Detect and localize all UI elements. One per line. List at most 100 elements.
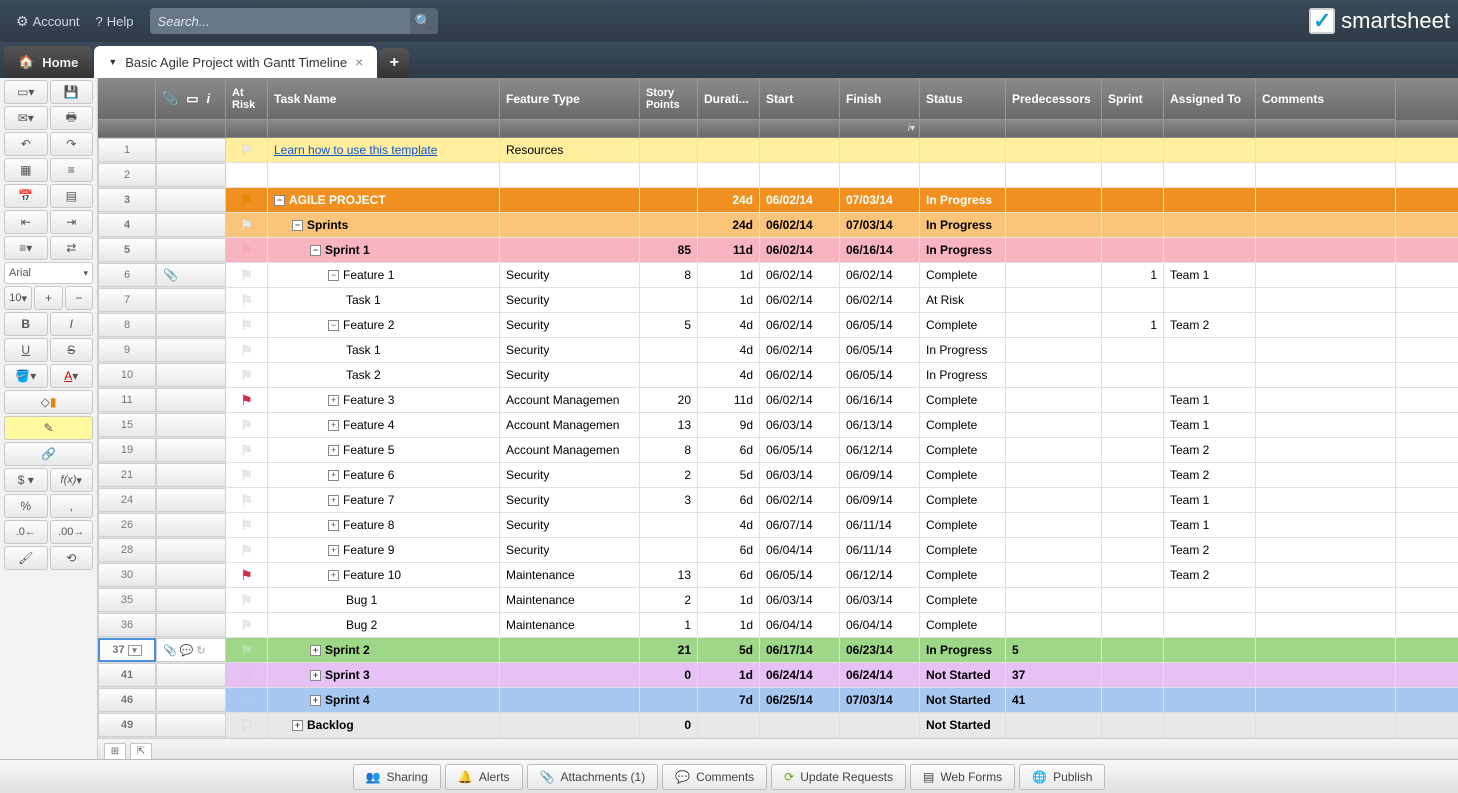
row-number[interactable]: 30: [98, 563, 156, 587]
row-indicators[interactable]: [156, 563, 226, 587]
table-row[interactable]: 3⚑−AGILE PROJECT24d06/02/1407/03/14In Pr…: [98, 188, 1458, 213]
expand-toggle[interactable]: +: [328, 545, 339, 556]
finish-cell[interactable]: 07/03/14: [840, 688, 920, 712]
fill-color-button[interactable]: 🪣▾: [4, 364, 48, 388]
story-cell[interactable]: [640, 688, 698, 712]
add-rows-button[interactable]: ⊞: [104, 743, 126, 760]
thousands-button[interactable]: ,: [50, 494, 94, 518]
story-cell[interactable]: 8: [640, 263, 698, 287]
predecessor-cell[interactable]: [1006, 188, 1102, 212]
feature-cell[interactable]: Security: [500, 513, 640, 537]
duration-cell[interactable]: 4d: [698, 513, 760, 537]
feature-cell[interactable]: Security: [500, 538, 640, 562]
table-row[interactable]: 2: [98, 163, 1458, 188]
sheet-grid[interactable]: 📎▭i At Risk Task Name Feature Type Story…: [98, 78, 1458, 759]
duration-cell[interactable]: 4d: [698, 338, 760, 362]
feature-cell[interactable]: [500, 638, 640, 662]
currency-button[interactable]: $ ▾: [4, 468, 48, 492]
feature-cell[interactable]: Security: [500, 263, 640, 287]
table-row[interactable]: 6📎⚑−Feature 1Security81d06/02/1406/02/14…: [98, 263, 1458, 288]
story-cell[interactable]: [640, 213, 698, 237]
assigned-cell[interactable]: [1164, 713, 1256, 737]
highlight-button[interactable]: ✎: [4, 416, 93, 440]
header-feature[interactable]: Feature Type: [500, 78, 640, 120]
status-cell[interactable]: In Progress: [920, 638, 1006, 662]
status-cell[interactable]: Complete: [920, 263, 1006, 287]
grid-view-button[interactable]: ▦: [4, 158, 48, 182]
at-risk-cell[interactable]: ⚑: [226, 138, 268, 162]
align-button[interactable]: ≡▾: [4, 236, 48, 260]
comments-cell[interactable]: [1256, 238, 1396, 262]
row-number[interactable]: 21: [98, 463, 156, 487]
task-name-cell[interactable]: +Sprint 2: [268, 638, 500, 662]
predecessor-cell[interactable]: [1006, 538, 1102, 562]
comments-cell[interactable]: [1256, 288, 1396, 312]
expand-toggle[interactable]: +: [310, 645, 321, 656]
status-cell[interactable]: [920, 138, 1006, 162]
duration-cell[interactable]: 5d: [698, 638, 760, 662]
collapse-button[interactable]: ⇱: [130, 743, 152, 760]
comments-cell[interactable]: [1256, 413, 1396, 437]
duration-cell[interactable]: 1d: [698, 613, 760, 637]
row-indicators[interactable]: [156, 138, 226, 162]
header-comments[interactable]: Comments: [1256, 78, 1396, 120]
sprint-cell[interactable]: [1102, 463, 1164, 487]
comments-cell[interactable]: [1256, 338, 1396, 362]
sprint-cell[interactable]: [1102, 413, 1164, 437]
status-cell[interactable]: Complete: [920, 588, 1006, 612]
at-risk-cell[interactable]: ⚑: [226, 588, 268, 612]
expand-toggle[interactable]: +: [328, 445, 339, 456]
row-indicators[interactable]: [156, 513, 226, 537]
row-number[interactable]: 26: [98, 513, 156, 537]
feature-cell[interactable]: Security: [500, 363, 640, 387]
decrease-font-button[interactable]: −: [65, 286, 93, 310]
expand-toggle[interactable]: −: [328, 270, 339, 281]
assigned-cell[interactable]: [1164, 138, 1256, 162]
comments-cell[interactable]: [1256, 213, 1396, 237]
finish-cell[interactable]: 06/02/14: [840, 288, 920, 312]
task-name-cell[interactable]: +Feature 5: [268, 438, 500, 462]
expand-toggle[interactable]: −: [328, 320, 339, 331]
header-indicators[interactable]: 📎▭i: [156, 78, 226, 120]
finish-cell[interactable]: 06/11/14: [840, 513, 920, 537]
feature-cell[interactable]: [500, 688, 640, 712]
finish-cell[interactable]: [840, 138, 920, 162]
sprint-cell[interactable]: [1102, 288, 1164, 312]
duration-cell[interactable]: 5d: [698, 463, 760, 487]
at-risk-cell[interactable]: ⚑: [226, 313, 268, 337]
story-cell[interactable]: 2: [640, 588, 698, 612]
start-cell[interactable]: 06/03/14: [760, 413, 840, 437]
feature-cell[interactable]: Maintenance: [500, 588, 640, 612]
table-row[interactable]: 10⚑Task 2Security4d06/02/1406/05/14In Pr…: [98, 363, 1458, 388]
sprint-cell[interactable]: [1102, 713, 1164, 737]
duration-cell[interactable]: [698, 138, 760, 162]
feature-cell[interactable]: [500, 163, 640, 187]
task-name-cell[interactable]: −Feature 2: [268, 313, 500, 337]
task-name-cell[interactable]: Bug 2: [268, 613, 500, 637]
finish-cell[interactable]: 06/13/14: [840, 413, 920, 437]
duration-cell[interactable]: 1d: [698, 288, 760, 312]
start-cell[interactable]: 06/02/14: [760, 488, 840, 512]
expand-toggle[interactable]: +: [328, 395, 339, 406]
status-cell[interactable]: Complete: [920, 438, 1006, 462]
start-cell[interactable]: 06/02/14: [760, 263, 840, 287]
comments-cell[interactable]: [1256, 263, 1396, 287]
finish-cell[interactable]: 06/09/14: [840, 463, 920, 487]
table-row[interactable]: 41⚑+Sprint 301d06/24/1406/24/14Not Start…: [98, 663, 1458, 688]
status-cell[interactable]: Complete: [920, 388, 1006, 412]
duration-cell[interactable]: 11d: [698, 388, 760, 412]
row-number[interactable]: 9: [98, 338, 156, 362]
expand-toggle[interactable]: +: [328, 520, 339, 531]
task-name-cell[interactable]: −AGILE PROJECT: [268, 188, 500, 212]
status-cell[interactable]: In Progress: [920, 188, 1006, 212]
expand-toggle[interactable]: +: [328, 570, 339, 581]
at-risk-cell[interactable]: ⚑: [226, 288, 268, 312]
header-rownum[interactable]: [98, 78, 156, 120]
assigned-cell[interactable]: [1164, 288, 1256, 312]
sprint-cell[interactable]: [1102, 338, 1164, 362]
start-cell[interactable]: 06/04/14: [760, 613, 840, 637]
predecessor-cell[interactable]: [1006, 388, 1102, 412]
duration-cell[interactable]: 11d: [698, 238, 760, 262]
undo-button[interactable]: ↶: [4, 132, 48, 156]
feature-cell[interactable]: Security: [500, 488, 640, 512]
